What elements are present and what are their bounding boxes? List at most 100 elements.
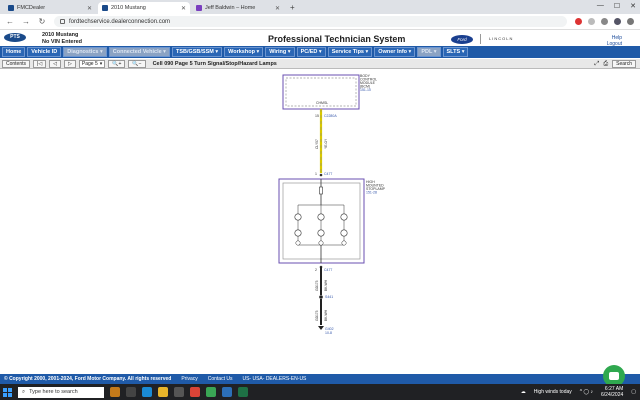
print-icon[interactable]: ⎙ — [603, 61, 608, 68]
weather-text[interactable]: High winds today — [534, 389, 572, 395]
menu-slts[interactable]: SLTS ▾ — [442, 47, 469, 57]
zoom-out-icon[interactable]: 🔍− — [128, 59, 146, 68]
search-button[interactable]: Search — [612, 60, 636, 68]
profile-favicon-icon — [196, 5, 202, 11]
chat-bubble-icon — [609, 372, 619, 380]
pin-top: 15 — [315, 114, 319, 118]
search-placeholder: Type here to search — [29, 389, 78, 395]
vehicle-info: 2010 Mustang No VIN Entered — [42, 32, 82, 45]
connector-mid[interactable]: C477 — [324, 172, 332, 176]
led-icon — [318, 240, 324, 246]
notification-icon[interactable]: ▢ — [631, 389, 636, 395]
close-window-icon[interactable]: ✕ — [630, 2, 636, 10]
edge-icon[interactable] — [142, 387, 152, 397]
contact-link[interactable]: Contact Us — [208, 376, 233, 382]
new-tab-button[interactable]: + — [290, 2, 295, 14]
window-controls: — ☐ ✕ — [597, 2, 636, 10]
menu-service-tips[interactable]: Service Tips ▾ — [327, 47, 373, 57]
page-title: Professional Technician System — [268, 34, 406, 44]
url-input[interactable]: fordtechservice.dealerconnection.com — [54, 16, 567, 27]
wire2-color: BK-WH — [324, 279, 328, 291]
expand-icon[interactable]: ⤢ — [595, 61, 600, 68]
wire3-color: BK-WH — [324, 309, 328, 321]
minimize-icon[interactable]: — — [597, 2, 604, 10]
first-page-icon[interactable]: |◁ — [33, 59, 47, 68]
led-icon — [294, 213, 302, 221]
windows-start-icon[interactable] — [3, 387, 12, 397]
bookmark-star-icon[interactable] — [588, 18, 595, 25]
back-icon[interactable]: ← — [6, 17, 14, 26]
menu-connected-vehicle[interactable]: Connected Vehicle ▾ — [108, 47, 170, 57]
excel-icon[interactable] — [238, 387, 248, 397]
fmcdealer-favicon-icon — [8, 5, 14, 11]
bcm-channel: CHMSL — [316, 101, 328, 105]
extensions — [575, 18, 634, 25]
tray-icons[interactable]: ^ ◯ ♪ — [580, 389, 593, 395]
chrome-icon[interactable] — [190, 387, 200, 397]
ground-icon — [318, 326, 324, 330]
task-view-icon[interactable] — [126, 387, 136, 397]
reload-icon[interactable]: ↻ — [38, 17, 46, 26]
prev-page-icon[interactable]: ◁ — [49, 59, 62, 68]
close-icon[interactable]: ✕ — [275, 5, 280, 12]
connector-bottom[interactable]: C477 — [324, 268, 332, 272]
pin-mid: 1 — [315, 172, 317, 176]
lamp-ref[interactable]: 151-28 — [366, 191, 377, 195]
locale-text: US- USA- DEALERS-EN-US — [242, 376, 307, 382]
file-explorer-icon[interactable] — [158, 387, 168, 397]
browser-tab-mustang[interactable]: 2010 Mustang ✕ — [98, 2, 190, 14]
taskbar-search-input[interactable]: ⌕ Type here to search — [18, 386, 104, 398]
page-footer: © Copyright 2000, 2001-2024, Ford Motor … — [0, 374, 640, 384]
site-info-icon[interactable] — [60, 19, 65, 24]
diagram-title: Cell 090 Page 5 Turn Signal/Stop/Hazard … — [152, 60, 277, 67]
menu-workshop[interactable]: Workshop ▾ — [224, 47, 264, 57]
forward-icon[interactable]: → — [22, 17, 30, 26]
zoom-in-icon[interactable]: 🔍+ — [108, 59, 126, 68]
app-icon[interactable] — [222, 387, 232, 397]
app-icon[interactable] — [206, 387, 216, 397]
menu-vehicle-id[interactable]: Vehicle ID — [27, 47, 62, 57]
bcm-ref[interactable]: 151-10 — [360, 88, 371, 92]
wire3-circuit: GD175 — [315, 310, 319, 321]
maximize-icon[interactable]: ☐ — [614, 2, 620, 10]
menu-diagnostics[interactable]: Diagnostics ▾ — [63, 47, 107, 57]
pts-logo[interactable]: PTS — [4, 33, 26, 42]
browser-tabbar: FMCDealer ✕ 2010 Mustang ✕ Jeff Baldwin … — [0, 0, 640, 14]
app-header: PTS 2010 Mustang No VIN Entered Professi… — [0, 30, 640, 47]
windows-taskbar: ⌕ Type here to search ☁ High winds today… — [0, 384, 640, 400]
close-icon[interactable]: ✕ — [181, 5, 186, 12]
extension-icon[interactable] — [575, 18, 582, 25]
page-select-value: Page 5 — [81, 60, 98, 67]
wiring-diagram: BODY CONTROL MODULE (BCM) 151-10 CHMSL 1… — [0, 69, 640, 374]
page-select[interactable]: Page 5 ▾ — [78, 59, 106, 68]
next-page-icon[interactable]: ▷ — [64, 59, 76, 68]
menu-wiring[interactable]: Wiring ▾ — [265, 47, 295, 57]
clock[interactable]: 6:27 AM 6/24/2024 — [601, 386, 623, 398]
menu-dots-icon[interactable] — [627, 18, 634, 25]
connector-top[interactable]: C2280A — [324, 114, 337, 118]
menu-owner-info[interactable]: Owner Info ▾ — [374, 47, 416, 57]
contents-button[interactable]: Contents — [2, 59, 31, 68]
connector-pin-mid — [319, 173, 323, 177]
lincoln-logo: LINCOLN — [480, 34, 513, 44]
browser-tab-home[interactable]: Jeff Baldwin – Home ✕ — [192, 2, 284, 14]
wire2-circuit: GD175 — [315, 280, 319, 291]
vin-status: No VIN Entered — [42, 38, 83, 45]
puzzle-icon[interactable] — [601, 18, 608, 25]
weather-icon[interactable]: ☁ — [521, 389, 526, 395]
menu-pdl[interactable]: PDL ▾ — [417, 47, 441, 57]
ford-logo: Ford — [451, 35, 473, 44]
menu-tsb[interactable]: TSB/GSB/SSM ▾ — [171, 47, 223, 57]
close-icon[interactable]: ✕ — [87, 5, 92, 12]
profile-icon[interactable] — [614, 18, 621, 25]
ford-favicon-icon — [102, 5, 108, 11]
store-icon[interactable] — [174, 387, 184, 397]
splice-label[interactable]: S441 — [325, 295, 333, 299]
lamp-resistor — [319, 186, 323, 195]
browser-tab-fmcdealer[interactable]: FMCDealer ✕ — [4, 2, 96, 14]
privacy-link[interactable]: Privacy — [181, 376, 197, 382]
ground-ref[interactable]: 10-8 — [325, 331, 332, 335]
widgets-icon[interactable] — [110, 387, 120, 397]
menu-home[interactable]: Home — [2, 47, 26, 57]
menu-pced[interactable]: PC/ED ▾ — [296, 47, 326, 57]
